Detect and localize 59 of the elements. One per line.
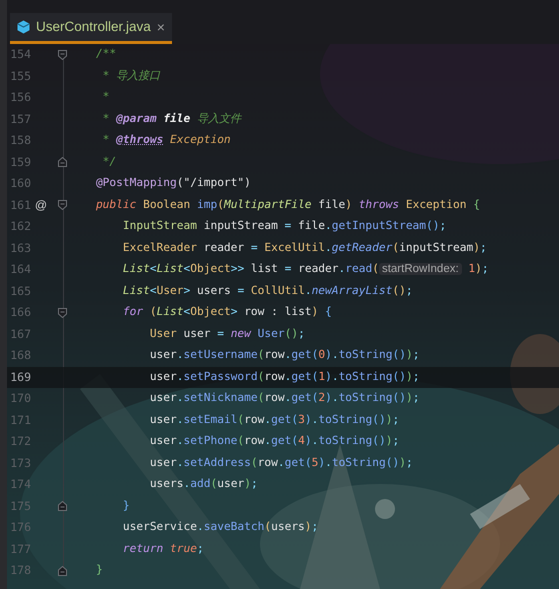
line-number: 158 <box>9 132 31 150</box>
code-line: public Boolean imp(MultipartFile file) throws Exception { <box>94 196 480 213</box>
line-number: 163 <box>9 240 31 257</box>
code-line: for (List<Object> row : list) { <box>122 304 332 320</box>
line-number: 164 <box>9 261 31 278</box>
code-line: /** <box>94 46 116 62</box>
code-line: } <box>94 562 103 578</box>
fold-marker-icon[interactable] <box>58 200 67 210</box>
line-number: 161 <box>9 196 31 214</box>
line-number: 171 <box>9 412 31 429</box>
java-class-icon <box>17 20 30 34</box>
line-number: 162 <box>9 218 31 236</box>
close-icon[interactable]: × <box>156 20 165 34</box>
line-number: 165 <box>9 282 31 300</box>
line-number: 155 <box>9 68 31 85</box>
code-line: List<List<Object>> list = reader.read( startRowIndex: 1); <box>122 261 489 278</box>
code-line: user.setPassword(row.get(1).toString()); <box>148 368 420 385</box>
line-number: 173 <box>9 454 31 472</box>
editor-tab[interactable]: UserController.java × <box>10 13 172 44</box>
line-number: 167 <box>9 326 31 343</box>
line-number: 177 <box>9 540 31 558</box>
gutter-marker[interactable]: @ <box>34 196 48 214</box>
code-line: List<User> users = CollUtil.newArrayList(); <box>122 282 413 299</box>
line-number: 169 <box>9 368 31 386</box>
code-line: user.setUsername(row.get(0).toString()); <box>148 347 420 364</box>
code-line: users.add(user); <box>148 476 258 492</box>
code-line: * 导入接口 <box>102 68 160 84</box>
line-number: 159 <box>9 154 31 171</box>
code-line: */ <box>102 154 116 170</box>
code-line: } <box>122 498 130 514</box>
code-line: InputStream inputStream = file.getInputStream(); <box>122 218 446 234</box>
code-line: @PostMapping("/import") <box>94 175 251 192</box>
line-number: 170 <box>9 390 31 408</box>
line-number: 172 <box>9 433 31 450</box>
line-number: 166 <box>9 304 31 322</box>
line-number: 175 <box>9 498 31 515</box>
code-line: User user = new User(); <box>148 326 305 342</box>
code-line: return true; <box>122 540 204 557</box>
code-line: ExcelReader reader = ExcelUtil.getReader(inputStream); <box>122 240 487 256</box>
code-line: * @param file 导入文件 <box>102 110 242 127</box>
line-number: 160 <box>9 175 31 192</box>
fold-marker-icon[interactable] <box>58 308 67 318</box>
parameter-hint: startRowIndex: <box>378 263 462 276</box>
code-line: userService.saveBatch(users); <box>122 519 318 536</box>
line-number: 157 <box>9 110 31 128</box>
line-number: 156 <box>9 89 31 106</box>
line-number: 174 <box>9 476 31 494</box>
fold-marker-icon[interactable] <box>58 50 67 60</box>
code-line: user.setEmail(row.get(3).toString()); <box>148 412 400 428</box>
code-line: * <box>102 89 110 106</box>
code-line: user.setNickname(row.get(2).toString()); <box>148 390 420 406</box>
line-number: 154 <box>9 46 31 64</box>
code-line: user.setPhone(row.get(4).toString()); <box>148 433 400 450</box>
code-line: user.setAddress(row.get(5).toString()); <box>148 454 413 471</box>
line-number: 176 <box>9 519 31 536</box>
line-number: 168 <box>9 347 31 364</box>
line-number: 178 <box>9 562 31 580</box>
tab-title: UserController.java <box>36 18 151 36</box>
code-line: * @throws Exception <box>102 132 231 148</box>
